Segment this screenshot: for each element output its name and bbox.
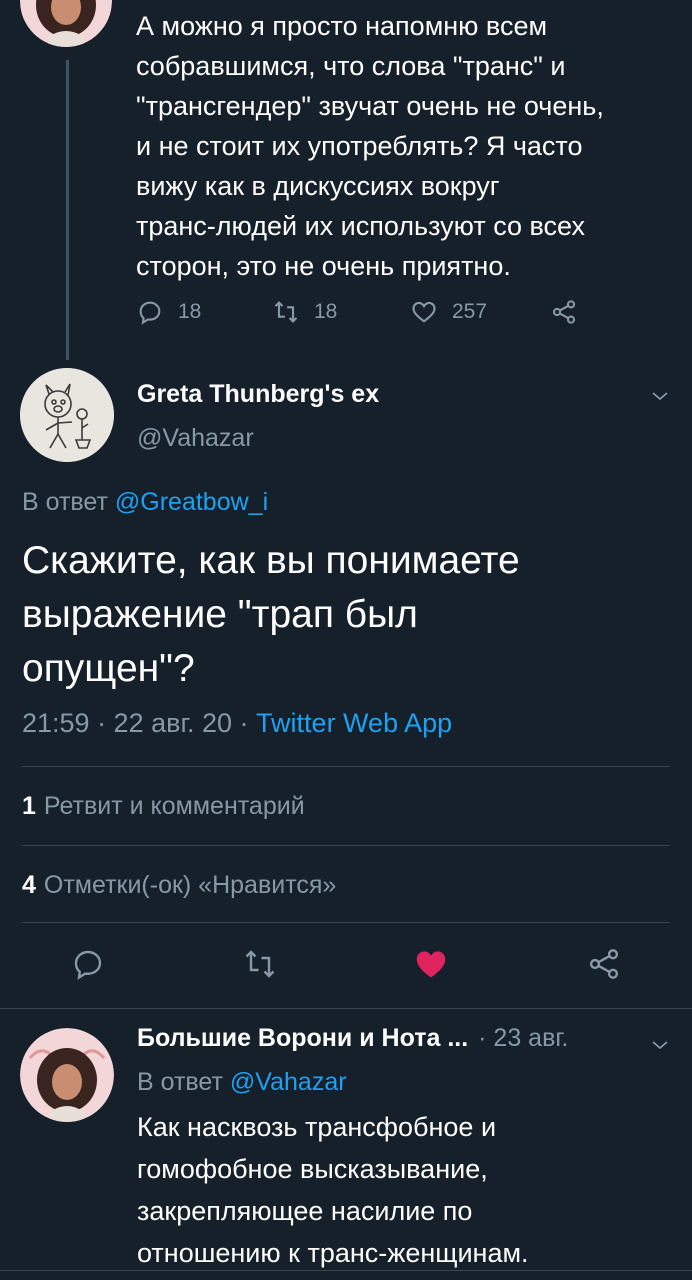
parent-tweet-actions: 18 18 257 <box>136 296 586 328</box>
main-tweet-text: Скажите, как вы понимаете выражение "тра… <box>22 539 520 690</box>
like-stat-label: Отметки(-ок) «Нравится» <box>43 871 337 899</box>
chevron-down-icon[interactable] <box>648 1033 672 1057</box>
retweet-stat-count: 1 <box>22 792 36 820</box>
reply-to-prefix: В ответ <box>22 488 115 516</box>
reply-to-prefix: В ответ <box>137 1068 230 1096</box>
reply-action[interactable]: 18 <box>136 296 201 328</box>
like-stat[interactable]: 4 Отметки(-ок) «Нравится» <box>22 871 336 900</box>
section-divider <box>0 1008 692 1009</box>
like-button[interactable] <box>413 946 449 982</box>
like-action[interactable]: 257 <box>410 296 487 328</box>
share-action[interactable] <box>550 296 578 328</box>
divider <box>0 1270 692 1271</box>
like-count: 257 <box>452 300 488 323</box>
retweet-icon <box>245 950 275 978</box>
retweet-stat[interactable]: 1 Ретвит и комментарий <box>22 792 305 821</box>
author-name[interactable]: Greta Thunberg's ex <box>137 380 379 409</box>
like-stat-count: 4 <box>22 871 36 899</box>
like-icon <box>412 301 436 323</box>
share-button[interactable] <box>586 946 622 982</box>
retweet-count: 18 <box>314 300 338 323</box>
reply-mention-link[interactable]: @Vahazar <box>230 1068 347 1096</box>
divider <box>22 845 670 846</box>
reply-icon <box>139 301 161 325</box>
tweet-meta: 21:59 · 22 авг. 20 · Twitter Web App <box>22 708 452 739</box>
retweet-stat-label: Ретвит и комментарий <box>43 792 305 820</box>
avatar[interactable] <box>20 0 112 47</box>
reply-header: Большие Ворони и Нота ... · 23 авг. <box>137 1024 657 1060</box>
reply-mention-link[interactable]: @Greatbow_i <box>115 488 268 516</box>
retweet-button[interactable] <box>242 946 278 982</box>
share-icon <box>589 949 619 979</box>
retweet-icon <box>274 301 298 323</box>
tweet-timestamp: 21:59 · 22 авг. 20 · <box>22 708 257 738</box>
author-handle[interactable]: @Vahazar <box>137 424 254 453</box>
reply-to-line: В ответ @Greatbow_i <box>22 488 268 517</box>
reply-date: · 23 авг. <box>478 1024 569 1052</box>
reply-icon <box>74 950 102 980</box>
heart-filled-icon <box>416 951 446 978</box>
reply-to-line: В ответ @Vahazar <box>137 1068 347 1097</box>
reply-button[interactable] <box>70 946 106 982</box>
tweet-source-link[interactable]: Twitter Web App <box>256 708 452 738</box>
reply-count: 18 <box>178 300 202 323</box>
tweet-thread-screen: А можно я просто напомню всем собравшимс… <box>0 0 692 1280</box>
avatar[interactable] <box>20 1028 114 1122</box>
share-icon <box>552 300 576 324</box>
chevron-down-icon[interactable] <box>648 384 672 408</box>
retweet-action[interactable]: 18 <box>272 296 337 328</box>
avatar[interactable] <box>20 368 114 462</box>
divider <box>22 766 670 767</box>
reply-tweet-text: Как насквозь трансфобное и гомофобное вы… <box>137 1112 529 1268</box>
reply-author-name[interactable]: Большие Ворони и Нота ... <box>137 1024 468 1052</box>
thread-connector-line <box>66 60 69 360</box>
divider <box>22 922 670 923</box>
parent-tweet-text: А можно я просто напомню всем собравшимс… <box>136 11 604 281</box>
